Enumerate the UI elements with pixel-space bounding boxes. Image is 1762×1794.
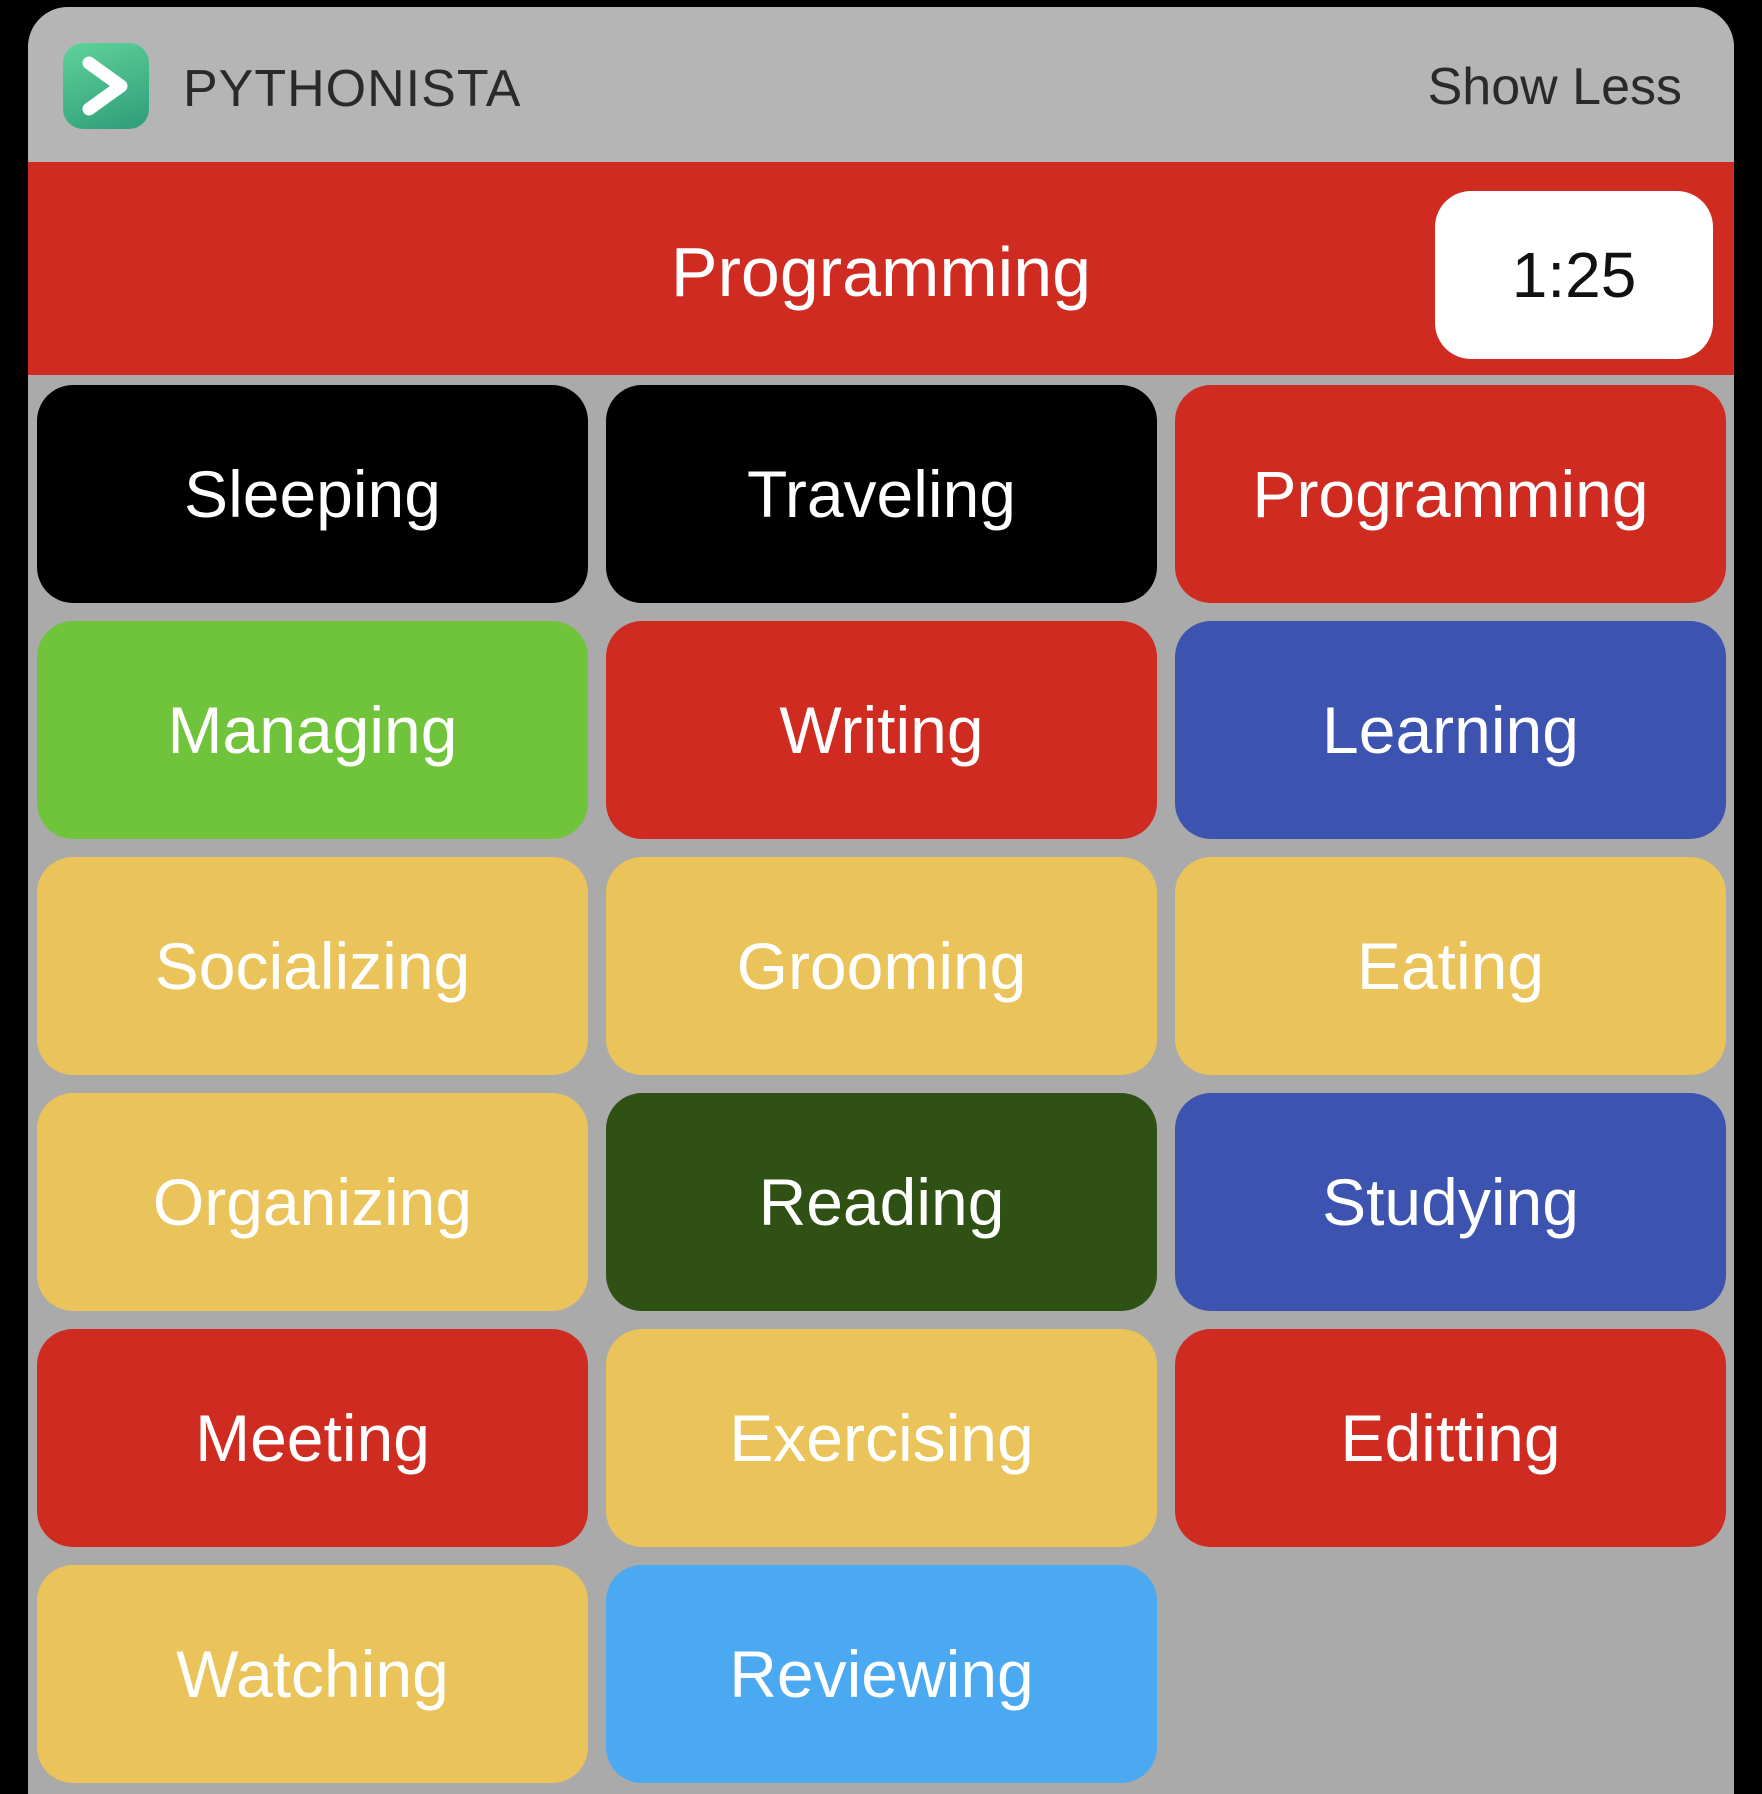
activity-button-grooming[interactable]: Grooming (606, 857, 1157, 1075)
activity-button-managing[interactable]: Managing (37, 621, 588, 839)
activity-button-meeting[interactable]: Meeting (37, 1329, 588, 1547)
activity-button-organizing[interactable]: Organizing (37, 1093, 588, 1311)
activity-button-reviewing[interactable]: Reviewing (606, 1565, 1157, 1783)
widget-header: PYTHONISTA Show Less (28, 7, 1734, 162)
pythonista-widget: PYTHONISTA Show Less Programming 1:25 Sl… (28, 7, 1734, 1794)
activity-button-editting[interactable]: Editting (1175, 1329, 1726, 1547)
activity-button-learning[interactable]: Learning (1175, 621, 1726, 839)
activity-button-writing[interactable]: Writing (606, 621, 1157, 839)
activity-button-studying[interactable]: Studying (1175, 1093, 1726, 1311)
activity-button-reading[interactable]: Reading (606, 1093, 1157, 1311)
show-less-button[interactable]: Show Less (1428, 57, 1682, 117)
chevron-right-icon (82, 56, 128, 116)
activity-button-programming[interactable]: Programming (1175, 385, 1726, 603)
app-name: PYTHONISTA (183, 60, 522, 118)
activity-grid: Sleeping Traveling Programming Managing … (37, 385, 1726, 1783)
timer-display: 1:25 (1435, 191, 1713, 359)
activity-button-socializing[interactable]: Socializing (37, 857, 588, 1075)
pythonista-app-icon (63, 43, 149, 129)
activity-button-traveling[interactable]: Traveling (606, 385, 1157, 603)
activity-button-watching[interactable]: Watching (37, 1565, 588, 1783)
activity-button-sleeping[interactable]: Sleeping (37, 385, 588, 603)
activity-button-eating[interactable]: Eating (1175, 857, 1726, 1075)
activity-button-exercising[interactable]: Exercising (606, 1329, 1157, 1547)
current-activity-bar: Programming 1:25 (28, 162, 1734, 375)
